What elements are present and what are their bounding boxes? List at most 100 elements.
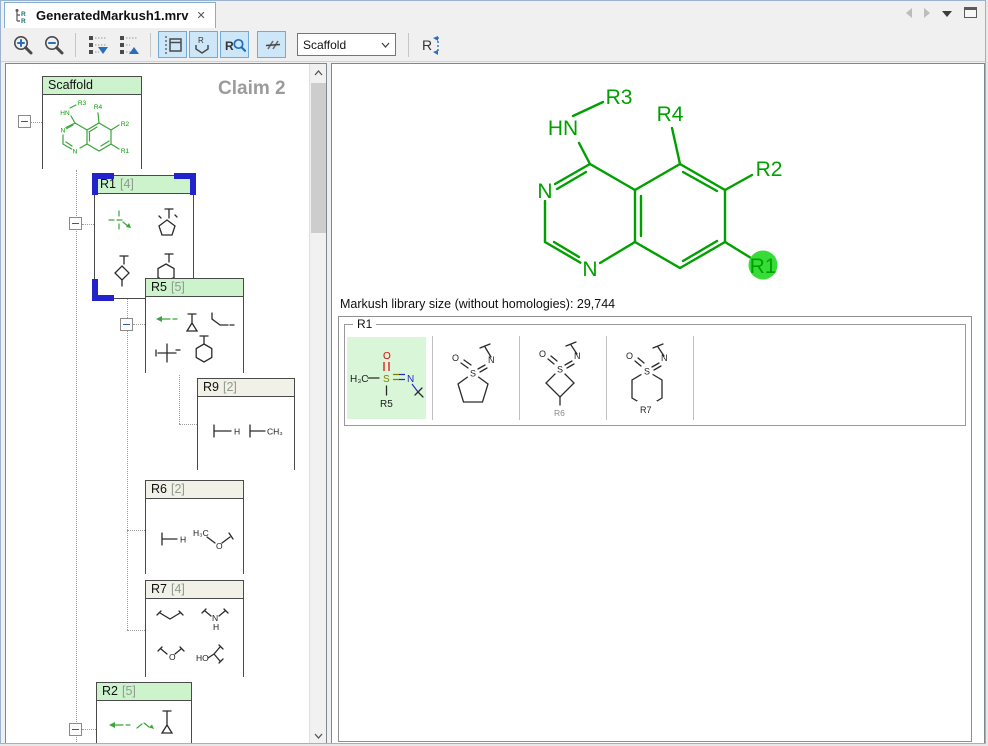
expander-scaffold[interactable]	[18, 115, 31, 128]
svg-text:H: H	[234, 427, 240, 437]
tree-node-r2[interactable]: R2 [5]	[96, 682, 192, 744]
tree-connector	[127, 530, 145, 531]
zoom-in-button[interactable]	[8, 31, 37, 58]
tab-list-dropdown-icon[interactable]	[942, 11, 952, 17]
rgroup-query-toggle[interactable]: R	[220, 31, 249, 58]
tab-close-icon[interactable]: ✕	[196, 9, 205, 22]
tree-connector	[82, 224, 94, 225]
tab-title: GeneratedMarkush1.mrv	[36, 8, 188, 23]
expander-r5[interactable]	[120, 318, 133, 331]
r6-members-thumbnail: H H₃C O	[146, 499, 243, 574]
r1-member-2[interactable]: S O N	[433, 336, 520, 420]
svg-text:R4: R4	[657, 103, 684, 126]
tree-connector	[76, 170, 77, 744]
svg-text:HO: HO	[196, 653, 209, 663]
svg-text:N: N	[407, 374, 414, 385]
toolbar-separator	[150, 33, 151, 57]
svg-text:N: N	[661, 353, 668, 363]
svg-text:O: O	[216, 541, 223, 551]
node-count: [5]	[171, 280, 185, 294]
svg-text:O: O	[626, 351, 633, 361]
r1-member-1[interactable]: H₃C O S N R5	[346, 336, 433, 420]
tree-node-r7[interactable]: R7[4] N H O HO	[145, 580, 244, 677]
svg-text:O: O	[169, 652, 176, 662]
collapse-all-icon	[117, 34, 141, 56]
tree-scrollbar[interactable]	[309, 64, 326, 744]
svg-text:N: N	[61, 128, 66, 135]
tree-node-r9[interactable]: R9[2] H CH₃	[197, 378, 295, 470]
show-rgroup-structures-toggle[interactable]: R	[189, 31, 218, 58]
chevron-down-icon	[381, 42, 390, 48]
claim-label: Claim 2	[218, 78, 286, 100]
structure-panel: N N HN R3 R4 R2 R1 Markush library size …	[331, 63, 985, 744]
r1-member-4[interactable]: S O N R7	[607, 336, 694, 420]
node-label: R9	[203, 380, 219, 394]
node-label: R6	[151, 482, 167, 496]
tree-node-scaffold[interactable]: Scaffold N N HN R3 R4 R2 R1	[42, 76, 142, 169]
scrollbar-thumb[interactable]	[311, 83, 326, 233]
markush-tree-icon: R R	[14, 8, 30, 24]
svg-text:R1: R1	[121, 148, 130, 155]
homology-slash-icon	[261, 34, 283, 56]
r2-members-thumbnail	[97, 701, 191, 744]
collapse-all-button[interactable]	[114, 31, 143, 58]
enumerate-rgroup-button[interactable]: R	[416, 31, 450, 58]
tree-node-r6[interactable]: R6[2] H H₃C O	[145, 480, 244, 574]
svg-text:S: S	[644, 367, 650, 377]
scaffold-structure-canvas[interactable]: N N HN R3 R4 R2 R1	[332, 64, 985, 304]
svg-text:R: R	[422, 37, 432, 53]
svg-text:R2: R2	[121, 121, 130, 128]
expander-r2[interactable]	[69, 723, 82, 736]
tree-connector	[127, 630, 145, 631]
selection-corner	[174, 173, 196, 195]
tree-connector	[179, 424, 197, 425]
svg-text:CH₃: CH₃	[267, 427, 283, 437]
hide-homologies-toggle[interactable]	[257, 31, 286, 58]
view-mode-select[interactable]: Scaffold	[297, 33, 396, 56]
scroll-tabs-left-icon[interactable]	[906, 8, 912, 18]
r5-members-thumbnail	[146, 297, 243, 373]
svg-text:H₃C: H₃C	[193, 528, 209, 538]
node-label: R2	[102, 684, 118, 698]
markush-tree-panel: Claim 2 Scaffold	[5, 63, 327, 744]
svg-text:R1: R1	[750, 255, 777, 278]
node-label: R5	[151, 280, 167, 294]
node-body	[146, 297, 243, 373]
node-body: N N HN R3 R4 R2 R1	[43, 95, 141, 169]
tree-connector	[179, 375, 180, 424]
maximize-icon[interactable]	[964, 7, 977, 18]
r1-member-3[interactable]: S O N R6	[520, 336, 607, 420]
svg-text:R7: R7	[640, 405, 652, 415]
scroll-tabs-right-icon[interactable]	[924, 8, 930, 18]
tab-generated-markush[interactable]: R R GeneratedMarkush1.mrv ✕	[4, 2, 216, 28]
tree-connector	[133, 324, 145, 325]
enumerate-rgroup-icon: R	[419, 34, 447, 56]
node-header: R6[2]	[146, 481, 243, 499]
tree-node-r5[interactable]: R5 [5]	[145, 278, 244, 373]
node-header: R9[2]	[198, 379, 294, 397]
tree-connector	[31, 122, 42, 123]
svg-text:H₃C: H₃C	[350, 374, 369, 385]
r7-members-thumbnail: N H O HO	[146, 599, 243, 677]
scrollbar-up-button[interactable]	[310, 64, 327, 81]
node-header: R7[4]	[146, 581, 243, 599]
svg-text:N: N	[537, 180, 552, 203]
node-header: R5 [5]	[146, 279, 243, 297]
svg-text:HN: HN	[548, 117, 578, 140]
svg-text:N: N	[574, 351, 581, 361]
svg-text:O: O	[452, 353, 459, 363]
node-count: [5]	[122, 684, 136, 698]
toolbar-separator	[408, 33, 409, 57]
tabbar-controls	[906, 7, 977, 18]
scrollbar-down-button[interactable]	[310, 727, 327, 744]
expander-r1[interactable]	[69, 217, 82, 230]
svg-text:R: R	[21, 11, 26, 18]
expand-all-icon	[86, 34, 110, 56]
zoom-out-button[interactable]	[39, 31, 68, 58]
tree-connector	[127, 299, 128, 630]
node-count: [4]	[120, 177, 134, 191]
expand-all-button[interactable]	[83, 31, 112, 58]
r9-members-thumbnail: H CH₃	[198, 397, 294, 470]
svg-text:S: S	[557, 365, 563, 375]
show-tree-panel-toggle[interactable]	[158, 31, 187, 58]
